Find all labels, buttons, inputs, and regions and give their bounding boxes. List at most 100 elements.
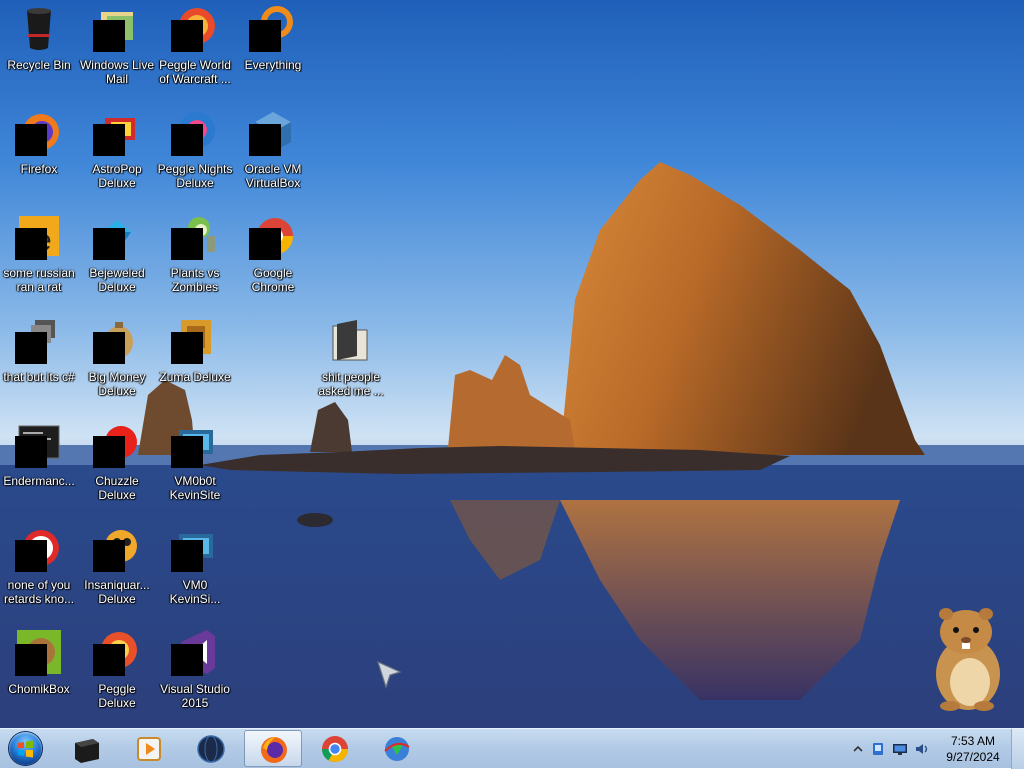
desktop-icon-label: Visual Studio 2015 (160, 682, 230, 710)
chrome-icon (249, 212, 297, 260)
taskbar-app-chrome[interactable] (306, 730, 364, 767)
vm-site-icon (171, 524, 219, 572)
peggle-nights-icon (171, 108, 219, 156)
desktop-icon-label: Plants vs Zombies (170, 266, 220, 294)
taskbar-app-globe[interactable] (182, 730, 240, 767)
globe-icon (197, 735, 225, 763)
desktop-icon-label: Peggle Deluxe (98, 682, 136, 710)
desktop-icon[interactable]: AstroPop Deluxe (78, 108, 156, 190)
firefox-icon (261, 737, 287, 763)
desktop-icon[interactable]: Chuzzle Deluxe (78, 420, 156, 502)
insaniquarium-icon (93, 524, 141, 572)
folder-icon (327, 316, 375, 364)
bejeweled-icon (93, 212, 141, 260)
download-manager-icon (384, 737, 410, 761)
desktop-icon-label: VM0b0t KevinSite (169, 474, 221, 502)
firefox-icon (15, 108, 63, 156)
chuzzle-icon (93, 420, 141, 468)
desktop-icon[interactable]: Endermanc... (0, 420, 78, 488)
desktop-icon[interactable]: VM0b0t KevinSite (156, 420, 234, 502)
zuma-icon (171, 316, 219, 364)
desktop-icon-label: Chuzzle Deluxe (95, 474, 139, 502)
red-app-icon (15, 524, 63, 572)
desktop-icon[interactable]: Everything (234, 4, 312, 72)
start-orb-icon (9, 732, 42, 765)
desktop-icon[interactable]: Peggle Deluxe (78, 628, 156, 710)
volume-icon[interactable] (914, 741, 930, 757)
desktop-icon-label: VM0 KevinSi... (169, 578, 221, 606)
network-monitor-icon[interactable] (892, 741, 908, 757)
desktop-icon-label: Everything (244, 58, 302, 72)
terminal-icon (15, 420, 63, 468)
desktop-icon-label: that but its c# (3, 370, 75, 384)
plants-vs-zombies-icon (171, 212, 219, 260)
mouse-cursor-icon (377, 660, 402, 689)
desktop-icon-label: Insaniquar... Deluxe (84, 578, 150, 606)
desktop-icon-label: some russian ran a rat (3, 266, 75, 294)
shortcut-icon (15, 316, 63, 364)
clock-date: 9/27/2024 (946, 750, 1000, 764)
desktop-icon[interactable]: shit people asked me ... (312, 316, 390, 398)
taskbar-app-media-player[interactable] (120, 730, 178, 767)
desktop-icon[interactable]: Recycle Bin (0, 4, 78, 72)
desktop-icon-label: none of you retards kno... (3, 578, 75, 606)
device-tray-icon[interactable] (870, 741, 886, 757)
desktop-icon-label: Peggle World of Warcraft ... (159, 58, 231, 86)
taskbar-app-download-manager[interactable] (368, 730, 426, 767)
chomikbox-icon (15, 628, 63, 676)
desktop-icon-label: Windows Live Mail (79, 58, 155, 86)
desktop-icon-label: Oracle VM VirtualBox (244, 162, 302, 190)
desktop-icon[interactable]: Zuma Deluxe (156, 316, 234, 384)
desktop-icon[interactable]: Bejeweled Deluxe (78, 212, 156, 294)
show-hidden-icons-chevron-icon[interactable] (850, 741, 866, 757)
vm-site-icon (171, 420, 219, 468)
mail-icon (93, 4, 141, 52)
desktop-icon[interactable]: Peggle World of Warcraft ... (156, 4, 234, 86)
desktop-icon[interactable]: ChomikBox (0, 628, 78, 696)
desktop-icon[interactable]: none of you retards kno... (0, 524, 78, 606)
chrome-icon (321, 736, 349, 763)
desktop-icon[interactable]: Peggle Nights Deluxe (156, 108, 234, 190)
desktop-icon[interactable]: e some russian ran a rat (0, 212, 78, 294)
desktop-icon-label: Recycle Bin (7, 58, 71, 72)
virtualbox-icon (249, 108, 297, 156)
desktop-icon[interactable]: Plants vs Zombies (156, 212, 234, 294)
desktop-icon-label: Endermanc... (3, 474, 75, 488)
desktop-icon[interactable]: Big Money Deluxe (78, 316, 156, 398)
astropop-icon (93, 108, 141, 156)
desktop-icon-label: AstroPop Deluxe (92, 162, 142, 190)
start-button[interactable] (4, 729, 46, 769)
desktop-icon-label: Big Money Deluxe (88, 370, 146, 398)
desktop-icon-label: ChomikBox (8, 682, 70, 696)
terminal-window-icon (75, 739, 99, 763)
desktop-icon-label: Peggle Nights Deluxe (157, 162, 233, 190)
desktop-icon-label: Firefox (20, 162, 58, 176)
desktop-icon-label: Google Chrome (251, 266, 295, 294)
taskbar-clock[interactable]: 7:53 AM 9/27/2024 (940, 733, 1006, 765)
recycle-bin-icon (15, 4, 63, 52)
desktop-icon-label: shit people asked me ... (318, 370, 384, 398)
desktop-icon-label: Zuma Deluxe (159, 370, 231, 384)
peggle-wow-icon (171, 4, 219, 52)
taskbar-app-terminal-window[interactable] (58, 730, 116, 767)
desktop-icon[interactable]: Firefox (0, 108, 78, 176)
media-player-icon (137, 737, 161, 761)
desktop-icon[interactable]: Insaniquar... Deluxe (78, 524, 156, 606)
taskbar: 7:53 AM 9/27/2024 (0, 728, 1024, 769)
desktop-icon[interactable]: Windows Live Mail (78, 4, 156, 86)
desktop-icon-label: Bejeweled Deluxe (89, 266, 145, 294)
document-icon: e (15, 212, 63, 260)
everything-search-icon (249, 4, 297, 52)
show-desktop-button[interactable] (1011, 729, 1024, 769)
visual-studio-icon (171, 628, 219, 676)
desktop-icon[interactable]: Oracle VM VirtualBox (234, 108, 312, 190)
taskbar-app-firefox[interactable] (244, 730, 302, 767)
peggle-icon (93, 628, 141, 676)
hamster-icon[interactable] (920, 602, 1012, 714)
clock-time: 7:53 AM (950, 734, 996, 748)
desktop-icon[interactable]: VM0 KevinSi... (156, 524, 234, 606)
desktop-icon[interactable]: Google Chrome (234, 212, 312, 294)
system-tray: 7:53 AM 9/27/2024 (844, 729, 1024, 769)
desktop-icon[interactable]: Visual Studio 2015 (156, 628, 234, 710)
desktop-icon[interactable]: that but its c# (0, 316, 78, 384)
